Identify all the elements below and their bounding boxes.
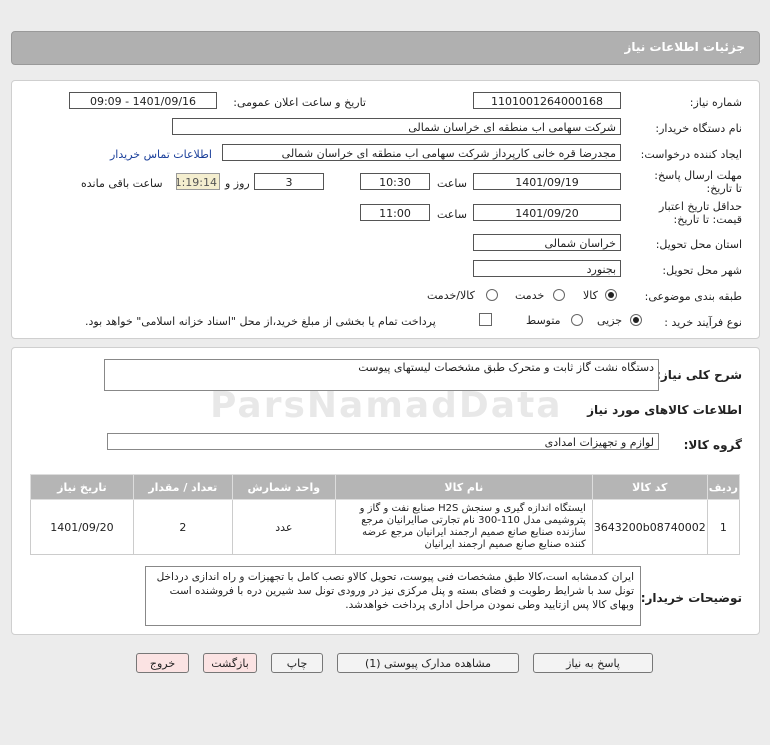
- col-qty: تعداد / مقدار: [132, 474, 233, 500]
- table-row: 1 3643200b08740002 ایستگاه اندازه گیری و…: [30, 499, 741, 555]
- province-label: استان محل تحویل:: [655, 238, 742, 251]
- print-button[interactable]: چاپ: [271, 653, 323, 673]
- process-option-medium: متوسط: [526, 314, 561, 327]
- process-option-minor: جزیی: [597, 314, 623, 327]
- buyer-field: شرکت سهامی اب منطقه ای خراسان شمالی: [172, 118, 621, 135]
- group-label: گروه کالا:: [683, 438, 742, 452]
- province-field: خراسان شمالی: [473, 234, 621, 251]
- remaining-time-field: 01:19:14: [176, 173, 220, 190]
- deadline-label: مهلت ارسال پاسخ: تا تاریخ:: [654, 169, 742, 195]
- city-label: شهر محل تحویل:: [662, 264, 742, 277]
- col-row: ردیف: [706, 474, 741, 500]
- col-date: تاریخ نیاز: [30, 474, 134, 500]
- buyer-notes-field: ایران کدمشابه است،کالا طبق مشخصات فنی پی…: [145, 566, 641, 626]
- col-name: نام کالا: [334, 474, 593, 500]
- deadline-date-field: 1401/09/19: [473, 173, 621, 190]
- contact-buyer-link[interactable]: اطلاعات تماس خریدار: [110, 148, 212, 161]
- cell-date: 1401/09/20: [30, 499, 134, 555]
- creator-label: ایجاد کننده درخواست:: [640, 148, 742, 161]
- creator-field: مجدرضا قره خانی کارپرداز شرکت سهامی اب م…: [222, 144, 621, 161]
- deadline-time-label: ساعت: [437, 177, 467, 190]
- watermark: ParsNamadData: [210, 385, 563, 426]
- deadline-time-field: 10:30: [360, 173, 430, 190]
- category-option-goods: کالا: [583, 289, 598, 302]
- cell-code: 3643200b08740002: [591, 499, 708, 555]
- category-option-service: خدمت: [515, 289, 545, 302]
- days-field: 3: [254, 173, 324, 190]
- col-code: کد کالا: [591, 474, 708, 500]
- goods-table: ردیف کد کالا نام کالا واحد شمارش تعداد /…: [30, 474, 741, 555]
- validity-time-label: ساعت: [437, 208, 467, 221]
- city-field: بجنورد: [473, 260, 621, 277]
- buyer-notes-label: توضیحات خریدار:: [640, 591, 742, 605]
- col-unit: واحد شمارش: [231, 474, 336, 500]
- goods-title: اطلاعات کالاهای مورد نیاز: [587, 403, 742, 417]
- category-radio-goods[interactable]: [605, 289, 617, 301]
- announce-field: 1401/09/16 - 09:09: [69, 92, 217, 109]
- category-radio-service[interactable]: [553, 289, 565, 301]
- announce-label: تاریخ و ساعت اعلان عمومی:: [233, 96, 366, 109]
- process-radio-minor[interactable]: [630, 314, 642, 326]
- category-radio-both[interactable]: [486, 289, 498, 301]
- desc-field: دستگاه نشت گاز ثابت و متحرک طبق مشخصات ل…: [104, 359, 659, 391]
- cell-row: 1: [706, 499, 741, 555]
- reply-button[interactable]: پاسخ به نیاز: [533, 653, 653, 673]
- process-radio-medium[interactable]: [571, 314, 583, 326]
- process-label: نوع فرآیند خرید :: [664, 316, 742, 329]
- cell-name: ایستگاه اندازه گیری و سنجش H2S صنایع نفت…: [334, 499, 593, 555]
- remaining-label: ساعت باقی مانده: [81, 177, 163, 190]
- cell-qty: 2: [132, 499, 233, 555]
- page-title: جزئیات اطلاعات نیاز: [624, 40, 745, 54]
- group-field: لوازم و تجهیزات امدادی: [107, 433, 659, 450]
- category-label: طبقه بندی موضوعی:: [644, 290, 742, 303]
- cell-unit: عدد: [231, 499, 336, 555]
- process-note: پرداخت تمام یا بخشی از مبلغ خرید،از محل …: [85, 315, 436, 328]
- page-header: جزئیات اطلاعات نیاز: [11, 31, 760, 65]
- exit-button[interactable]: خروج: [136, 653, 189, 673]
- back-button[interactable]: بازگشت: [203, 653, 257, 673]
- buyer-label: نام دستگاه خریدار:: [655, 122, 742, 135]
- validity-date-field: 1401/09/20: [473, 204, 621, 221]
- days-label: روز و: [225, 177, 250, 190]
- validity-time-field: 11:00: [360, 204, 430, 221]
- validity-label: حداقل تاریخ اعتبار قیمت: تا تاریخ:: [658, 200, 742, 226]
- need-number-field: 1101001264000168: [473, 92, 621, 109]
- desc-label: شرح کلی نیاز:: [656, 368, 742, 382]
- category-option-both: کالا/خدمت: [427, 289, 475, 302]
- attachments-button[interactable]: مشاهده مدارک پیوستی (1): [337, 653, 519, 673]
- need-number-label: شماره نیاز:: [689, 96, 742, 109]
- treasury-checkbox[interactable]: [479, 313, 492, 326]
